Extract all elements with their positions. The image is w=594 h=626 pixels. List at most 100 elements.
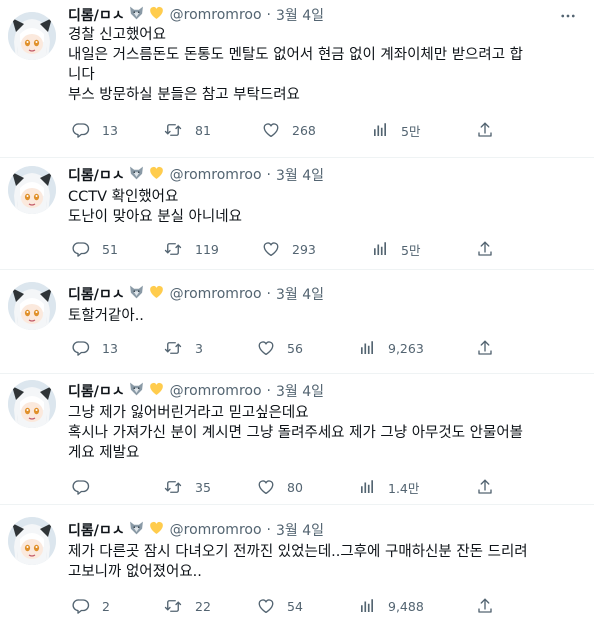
author-name[interactable]: 디롬/ㅁㅅ xyxy=(68,165,125,185)
retweet-count: 3 xyxy=(195,340,203,356)
reply-button[interactable]: 13 xyxy=(72,120,118,140)
separator-dot: · xyxy=(266,167,271,183)
views-button[interactable]: 9,488 xyxy=(358,596,424,616)
tweet-text: 경찰 신고했어요 내일은 거스름돈도 돈통도 멘탈도 없어서 현금 없이 계좌이… xyxy=(68,25,568,105)
separator-dot: · xyxy=(266,286,271,302)
tweet[interactable]: 디롬/ㅁㅅ @romromroo · 3월 4일 경찰 신고했어요 내일은 거스… xyxy=(0,0,594,158)
views-icon xyxy=(358,339,376,357)
share-button[interactable] xyxy=(476,596,494,616)
like-button[interactable]: 56 xyxy=(257,338,303,358)
wolf-emoji-icon xyxy=(128,5,145,25)
tweet-line: 혹시나 가져가신 분이 계시면 그냥 돌려주세요 제가 그냥 아무것도 안물어볼 xyxy=(68,425,524,441)
views-icon xyxy=(358,597,376,615)
like-button[interactable]: 54 xyxy=(257,596,303,616)
views-icon xyxy=(371,240,389,258)
reply-button[interactable]: 51 xyxy=(72,239,118,259)
reply-count: 13 xyxy=(102,122,118,138)
like-button[interactable]: 293 xyxy=(262,239,316,259)
reply-button[interactable]: 2 xyxy=(72,596,110,616)
share-button[interactable] xyxy=(476,239,494,259)
view-count: 1.4만 xyxy=(388,480,420,496)
like-count: 54 xyxy=(287,598,303,614)
tweet[interactable]: 디롬/ㅁㅅ @romromroo · 3월 4일 토할거같아.. 13 3 56… xyxy=(0,270,594,374)
share-button[interactable] xyxy=(476,338,494,358)
tweet-line: 제가 다른곳 잠시 다녀오기 전까진 있었는데..그후에 구매하신분 잔돈 드리… xyxy=(68,544,528,560)
retweet-icon xyxy=(163,121,183,139)
tweet-text: 제가 다른곳 잠시 다녀오기 전까진 있었는데..그후에 구매하신분 잔돈 드리… xyxy=(68,542,568,582)
author-handle[interactable]: @romromroo xyxy=(170,522,262,538)
tweet[interactable]: 디롬/ㅁㅅ @romromroo · 3월 4일 제가 다른곳 잠시 다녀오기 … xyxy=(0,505,594,626)
like-count: 268 xyxy=(292,122,316,138)
tweet-header: 디롬/ㅁㅅ @romromroo · 3월 4일 xyxy=(68,165,324,185)
author-handle[interactable]: @romromroo xyxy=(170,167,262,183)
share-button[interactable] xyxy=(476,477,494,497)
tweet-date[interactable]: 3월 4일 xyxy=(276,520,324,540)
author-name[interactable]: 디롬/ㅁㅅ xyxy=(68,381,125,401)
tweet-date[interactable]: 3월 4일 xyxy=(276,165,324,185)
tweet-line: 도난이 맞아요 분실 아니네요 xyxy=(68,209,242,225)
more-icon[interactable] xyxy=(558,6,578,26)
retweet-icon xyxy=(163,339,183,357)
author-handle[interactable]: @romromroo xyxy=(170,286,262,302)
avatar[interactable] xyxy=(8,282,56,330)
retweet-button[interactable]: 22 xyxy=(163,596,211,616)
retweet-icon xyxy=(163,240,183,258)
separator-dot: · xyxy=(266,522,271,538)
author-name[interactable]: 디롬/ㅁㅅ xyxy=(68,284,125,304)
heart-icon xyxy=(262,240,280,258)
views-icon xyxy=(358,478,376,496)
tweet-line: 그냥 제가 잃어버린거라고 믿고싶은데요 xyxy=(68,405,309,421)
wolf-emoji-icon xyxy=(128,381,145,401)
view-count: 5만 xyxy=(401,242,421,258)
reply-icon xyxy=(72,597,90,615)
views-button[interactable]: 5만 xyxy=(371,120,420,140)
view-count: 9,263 xyxy=(388,340,424,356)
share-icon xyxy=(476,240,494,258)
view-count: 5만 xyxy=(401,123,421,139)
tweet-date[interactable]: 3월 4일 xyxy=(276,381,324,401)
tweet-line: 내일은 거스름돈도 돈통도 멘탈도 없어서 현금 없이 계좌이체만 받으려고 합 xyxy=(68,47,524,63)
tweet-date[interactable]: 3월 4일 xyxy=(276,5,324,25)
tweet[interactable]: 디롬/ㅁㅅ @romromroo · 3월 4일 그냥 제가 잃어버린거라고 믿… xyxy=(0,374,594,505)
reply-button[interactable] xyxy=(72,477,90,497)
retweet-button[interactable]: 35 xyxy=(163,477,211,497)
views-icon xyxy=(371,121,389,139)
author-name[interactable]: 디롬/ㅁㅅ xyxy=(68,520,125,540)
yellow-heart-emoji-icon xyxy=(148,520,165,540)
tweet-date[interactable]: 3월 4일 xyxy=(276,284,324,304)
yellow-heart-emoji-icon xyxy=(148,165,165,185)
like-count: 56 xyxy=(287,340,303,356)
reply-count: 2 xyxy=(102,598,110,614)
view-count: 9,488 xyxy=(388,598,424,614)
retweet-button[interactable]: 81 xyxy=(163,120,211,140)
tweet-line: 토할거같아.. xyxy=(68,308,144,324)
like-button[interactable]: 80 xyxy=(257,477,303,497)
author-handle[interactable]: @romromroo xyxy=(170,383,262,399)
retweet-count: 35 xyxy=(195,479,211,495)
avatar[interactable] xyxy=(8,166,56,214)
retweet-button[interactable]: 3 xyxy=(163,338,203,358)
views-button[interactable]: 9,263 xyxy=(358,338,424,358)
tweet-header: 디롬/ㅁㅅ @romromroo · 3월 4일 xyxy=(68,284,324,304)
retweet-button[interactable]: 119 xyxy=(163,239,219,259)
author-handle[interactable]: @romromroo xyxy=(170,7,262,23)
author-name[interactable]: 디롬/ㅁㅅ xyxy=(68,5,125,25)
views-button[interactable]: 5만 xyxy=(371,239,420,259)
views-button[interactable]: 1.4만 xyxy=(358,477,419,497)
tweet-actions: 2 22 54 9,488 xyxy=(68,596,508,616)
share-icon xyxy=(476,121,494,139)
tweet-text: 토할거같아.. xyxy=(68,306,568,326)
like-button[interactable]: 268 xyxy=(262,120,316,140)
retweet-count: 119 xyxy=(195,241,219,257)
avatar[interactable] xyxy=(8,380,56,428)
share-button[interactable] xyxy=(476,120,494,140)
reply-button[interactable]: 13 xyxy=(72,338,118,358)
retweet-icon xyxy=(163,597,183,615)
separator-dot: · xyxy=(266,383,271,399)
avatar[interactable] xyxy=(8,12,56,60)
tweet-header: 디롬/ㅁㅅ @romromroo · 3월 4일 xyxy=(68,381,324,401)
tweet[interactable]: 디롬/ㅁㅅ @romromroo · 3월 4일 CCTV 확인했어요 도난이 … xyxy=(0,158,594,270)
avatar[interactable] xyxy=(8,517,56,565)
share-icon xyxy=(476,478,494,496)
reply-icon xyxy=(72,478,90,496)
